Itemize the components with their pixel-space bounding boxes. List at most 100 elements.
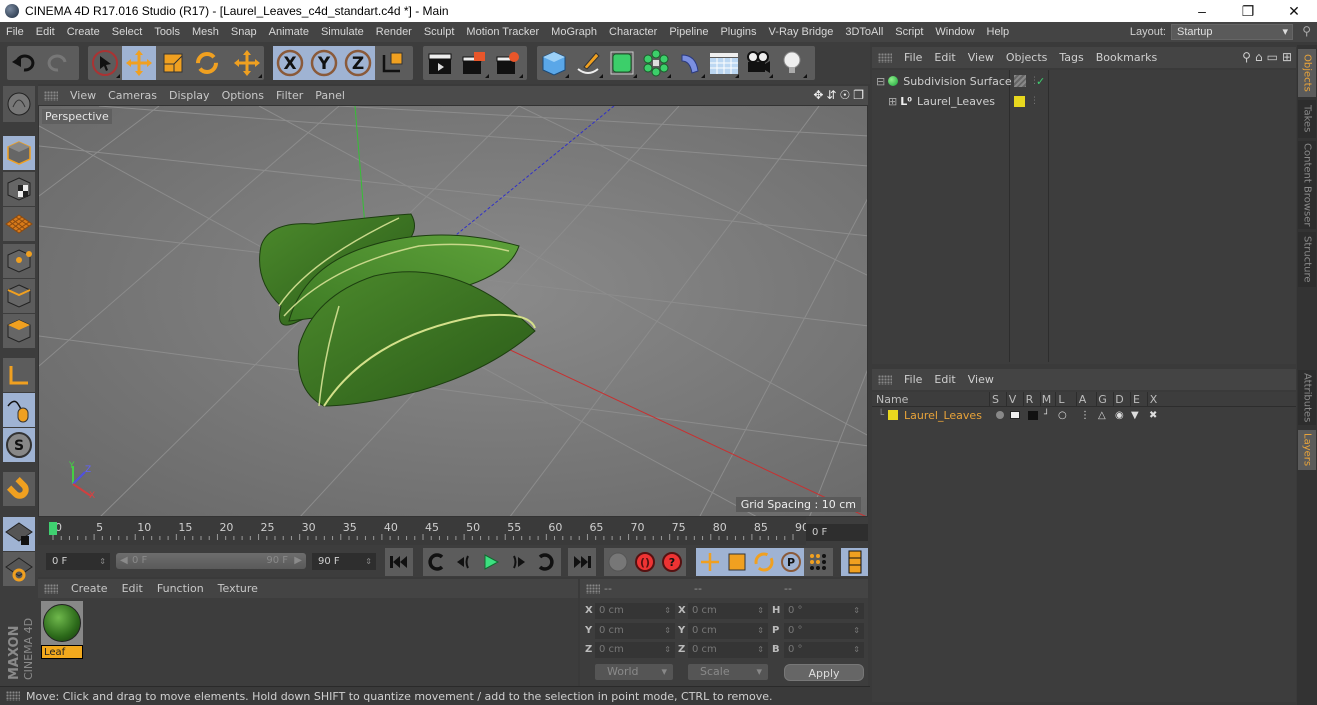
material-leaf[interactable]: Leaf <box>41 601 83 659</box>
make-editable-icon[interactable] <box>3 86 35 122</box>
size-z-field[interactable]: 0 cm ⇕ <box>688 642 768 658</box>
layer-manager-icon[interactable]: ┘ <box>1044 410 1049 420</box>
camera-icon[interactable] <box>741 46 775 80</box>
layer-column-locked[interactable]: L <box>1055 392 1067 407</box>
timeline-window-icon[interactable] <box>841 548 868 576</box>
go-to-start-icon[interactable] <box>385 548 412 576</box>
object-menu-file[interactable]: File <box>898 51 928 64</box>
visibility-dots-icon[interactable]: ⋮ <box>1030 96 1039 106</box>
move-icon[interactable] <box>122 46 156 80</box>
recent-tool-icon[interactable] <box>230 46 264 80</box>
collapse-icon[interactable]: ▭ <box>1267 50 1278 64</box>
menu-help[interactable]: Help <box>981 26 1016 38</box>
next-key-icon[interactable] <box>531 548 558 576</box>
coordinate-system-dropdown[interactable]: World <box>595 664 673 680</box>
render-view-icon[interactable] <box>423 46 457 80</box>
edges-mode-icon[interactable] <box>3 279 35 313</box>
camera-label[interactable]: Perspective <box>42 109 112 124</box>
viewport-menu-panel[interactable]: Panel <box>309 89 351 102</box>
axis-mode-icon[interactable] <box>3 358 35 392</box>
key-parameter-icon[interactable]: P <box>777 548 804 576</box>
menu-animate[interactable]: Animate <box>263 26 315 38</box>
dolly-view-icon[interactable]: ⇵ <box>826 88 836 102</box>
panel-grip[interactable] <box>878 52 892 63</box>
menu-pipeline[interactable]: Pipeline <box>663 26 714 38</box>
menu-select[interactable]: Select <box>106 26 149 38</box>
layer-column-manager[interactable]: M <box>1040 392 1052 407</box>
menu-mograph[interactable]: MoGraph <box>545 26 603 38</box>
material-menu-create[interactable]: Create <box>64 582 115 595</box>
keyframe-selection-icon[interactable]: ? <box>658 548 685 576</box>
expand-toggle-icon[interactable]: ⊞ <box>888 95 897 108</box>
panel-grip[interactable] <box>586 584 600 594</box>
end-frame-field[interactable]: 90 F ⇕ <box>312 553 376 570</box>
3d-viewport[interactable]: Y Z X Perspective Grid Spacing : 10 cm <box>38 105 868 517</box>
pos-x-field[interactable]: 0 cm ⇕ <box>595 603 675 619</box>
polygons-mode-icon[interactable] <box>3 314 35 348</box>
menu-render[interactable]: Render <box>370 26 418 38</box>
range-left-arrow[interactable]: ◀ <box>120 553 128 569</box>
object-name[interactable]: Laurel_Leaves <box>917 95 995 108</box>
layer-generators-icon[interactable]: △ <box>1098 410 1106 421</box>
layer-column-xrefs[interactable]: X <box>1147 392 1159 407</box>
light-icon[interactable] <box>775 46 809 80</box>
panel-grip[interactable] <box>6 691 20 701</box>
menu-create[interactable]: Create <box>61 26 106 38</box>
object-menu-bookmarks[interactable]: Bookmarks <box>1090 51 1163 64</box>
next-frame-icon[interactable] <box>504 548 531 576</box>
object-menu-edit[interactable]: Edit <box>928 51 961 64</box>
layer-column-name[interactable]: Name <box>876 392 908 407</box>
search-icon[interactable]: ⚲ <box>1242 50 1251 64</box>
layout-dropdown[interactable]: Startup <box>1171 24 1293 40</box>
timeline-ruler[interactable]: 0 5 10 15 20 25 30 35 40 45 50 55 60 65 70 75 80 85 90 <box>38 517 806 545</box>
current-frame-field[interactable]: 0 F <box>806 524 868 541</box>
tweak-mode-icon[interactable] <box>3 393 35 427</box>
panel-grip[interactable] <box>44 583 58 594</box>
layer-column-animation[interactable]: A <box>1076 392 1088 407</box>
workplane-icon[interactable] <box>3 207 35 241</box>
previous-frame-icon[interactable] <box>450 548 477 576</box>
y-axis-lock-icon[interactable]: Y <box>307 46 341 80</box>
layer-xrefs-icon[interactable]: ✖ <box>1149 410 1157 421</box>
go-to-end-icon[interactable] <box>568 548 595 576</box>
array-icon[interactable] <box>639 46 673 80</box>
menu-window[interactable]: Window <box>929 26 980 38</box>
size-y-field[interactable]: 0 cm ⇕ <box>688 623 768 639</box>
playhead[interactable] <box>49 522 57 535</box>
tab-content-browser[interactable]: Content Browser <box>1298 141 1316 229</box>
object-name[interactable]: Subdivision Surface <box>903 75 1011 88</box>
layer-column-generators[interactable]: G <box>1096 392 1108 407</box>
render-to-picture-viewer-icon[interactable] <box>457 46 491 80</box>
texture-mode-icon[interactable] <box>3 172 35 206</box>
object-menu-view[interactable]: View <box>962 51 1000 64</box>
layer-menu-file[interactable]: File <box>898 373 928 386</box>
menu-motion-tracker[interactable]: Motion Tracker <box>460 26 545 38</box>
play-forward-icon[interactable] <box>477 548 504 576</box>
menu-edit[interactable]: Edit <box>30 26 61 38</box>
pen-spline-icon[interactable] <box>571 46 605 80</box>
panel-grip[interactable] <box>878 374 892 385</box>
minimize-button[interactable]: – <box>1179 0 1225 22</box>
object-menu-objects[interactable]: Objects <box>1000 51 1054 64</box>
deformer-icon[interactable] <box>673 46 707 80</box>
snapping-icon[interactable]: S <box>3 428 35 462</box>
size-mode-dropdown[interactable]: Scale <box>688 664 768 680</box>
menu-vray-bridge[interactable]: V-Ray Bridge <box>763 26 840 38</box>
menu-character[interactable]: Character <box>603 26 663 38</box>
enabled-check-icon[interactable]: ✓ <box>1036 75 1045 88</box>
timeline[interactable]: 0 5 10 15 20 25 30 35 40 45 50 55 60 65 70 75 80 85 90 0 F <box>38 517 868 545</box>
tab-layers[interactable]: Layers <box>1298 430 1316 470</box>
layer-row[interactable]: └ Laurel_Leaves ┘ ○ ⋮ △ ◉ ▼ ✖ <box>872 408 1296 422</box>
points-mode-icon[interactable] <box>3 244 35 278</box>
menu-script[interactable]: Script <box>889 26 929 38</box>
layer-menu-view[interactable]: View <box>962 373 1000 386</box>
rotate-icon[interactable] <box>190 46 224 80</box>
restore-button[interactable]: ❐ <box>1225 0 1271 22</box>
layer-menu-edit[interactable]: Edit <box>928 373 961 386</box>
object-menu-tags[interactable]: Tags <box>1053 51 1089 64</box>
model-mode-icon[interactable] <box>3 136 35 170</box>
key-rotation-icon[interactable] <box>750 548 777 576</box>
layer-deformers-icon[interactable]: ◉ <box>1115 410 1124 421</box>
apply-button[interactable]: Apply <box>784 664 864 681</box>
rot-b-field[interactable]: 0 ° ⇕ <box>784 642 864 658</box>
